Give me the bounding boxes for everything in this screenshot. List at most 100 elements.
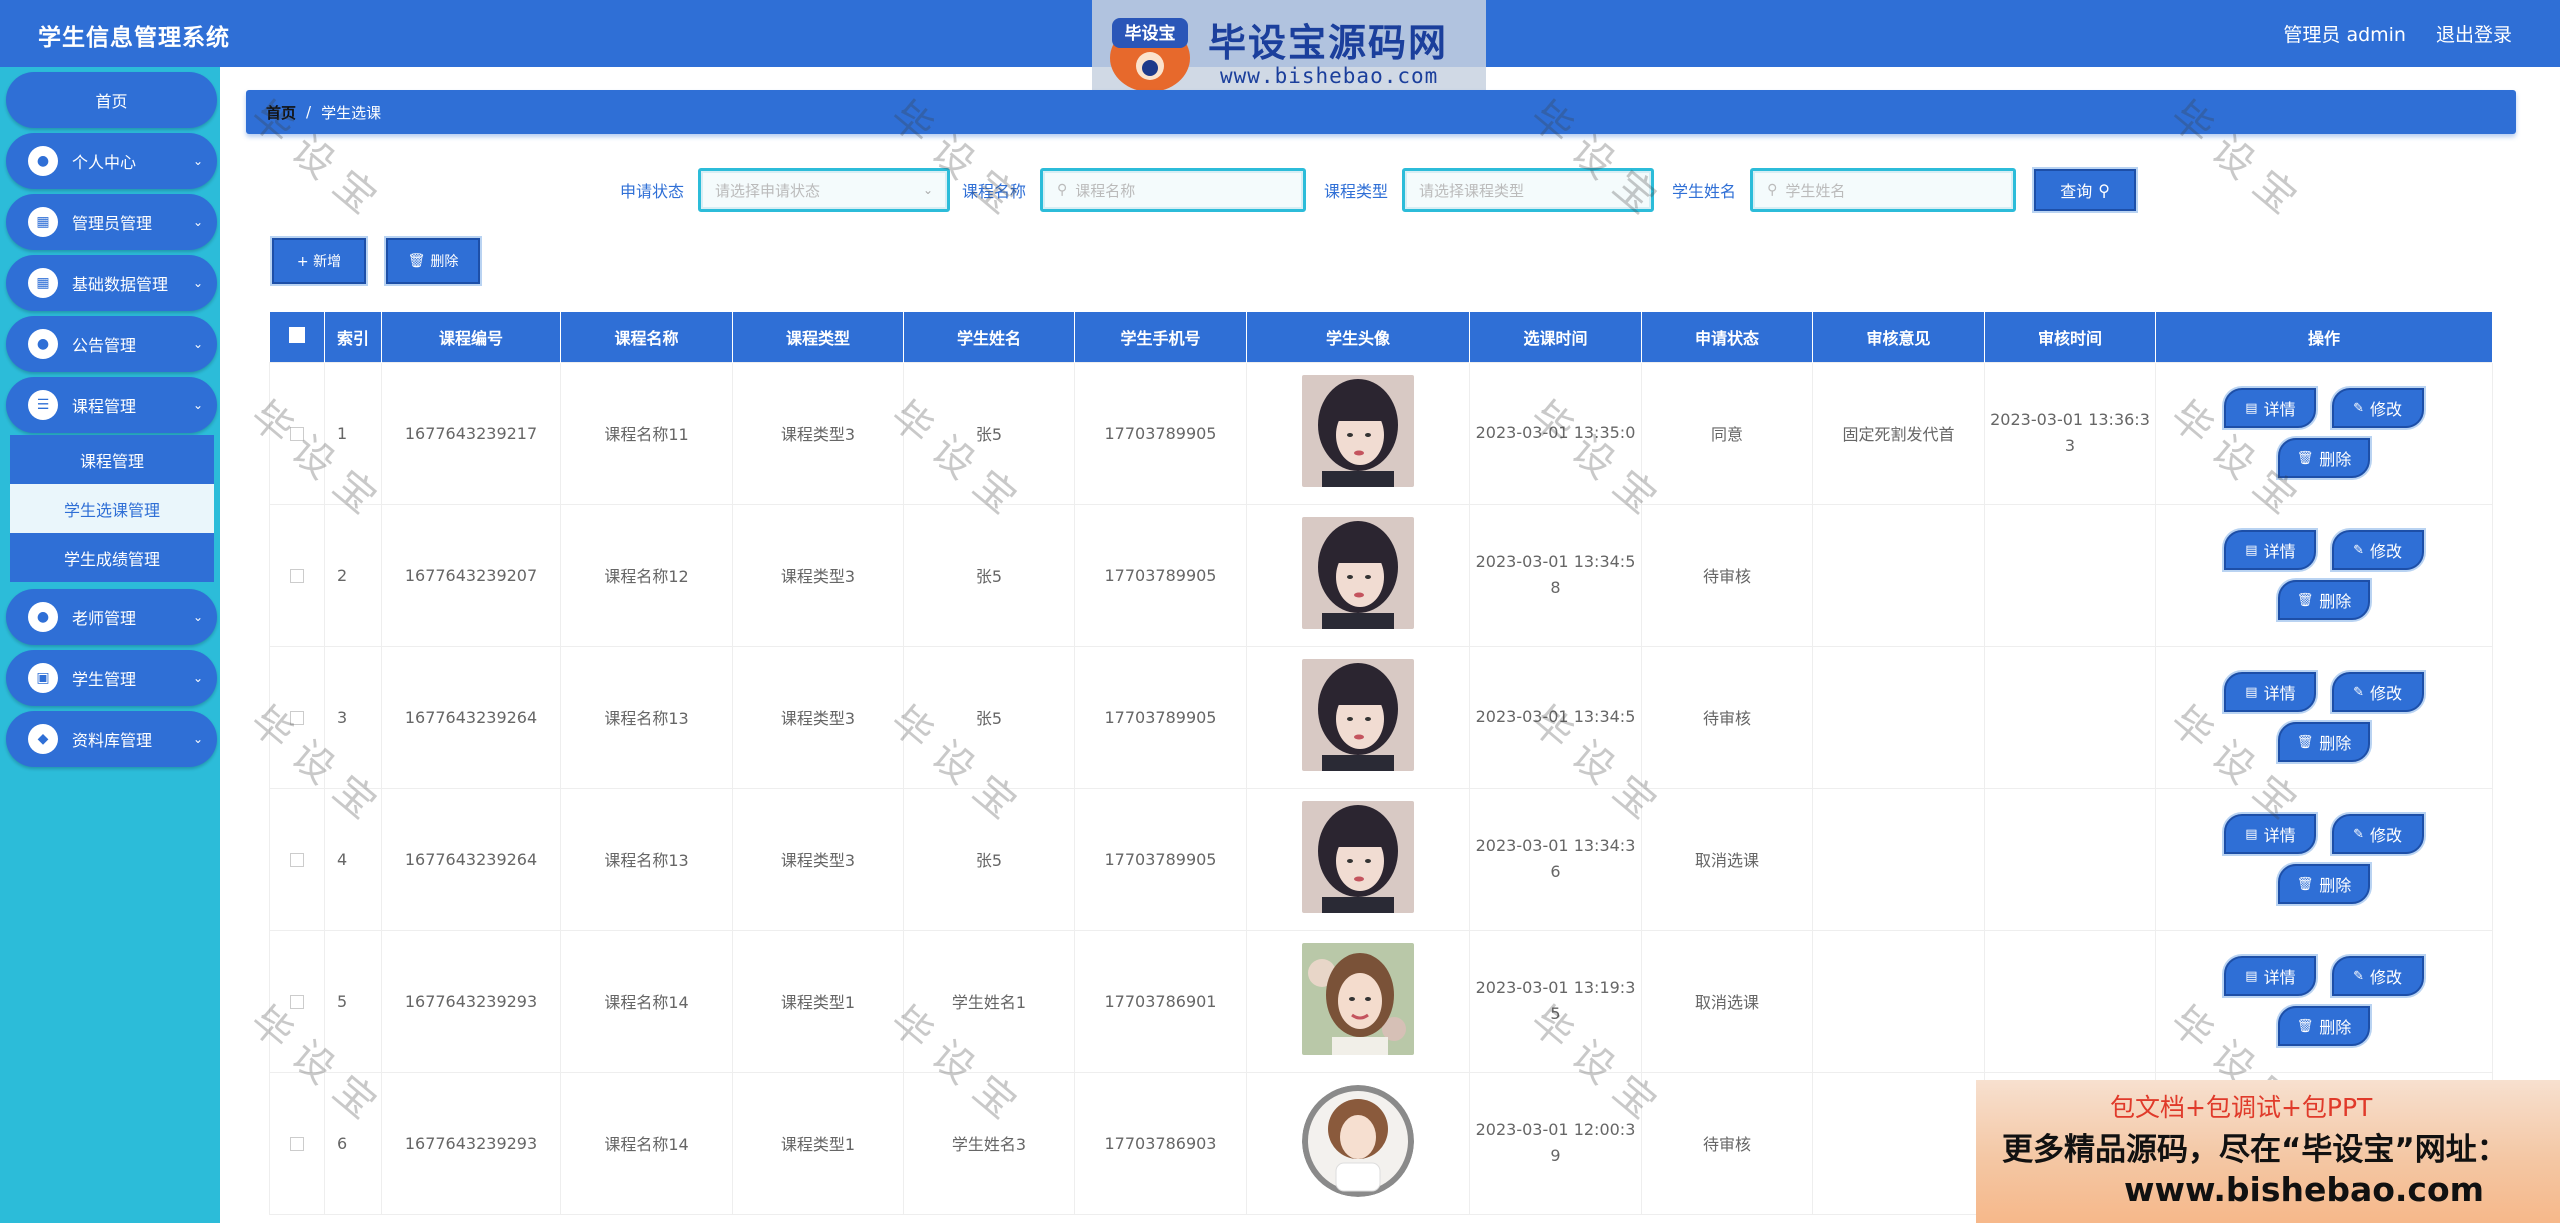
cell-status: 待审核 — [1641, 645, 1813, 789]
column-header: 学生姓名 — [903, 312, 1075, 362]
watermark-banner: 毕设宝 毕设宝源码网 www.bishebao.com — [1092, 0, 1486, 102]
submenu-item-student-grades[interactable]: 学生成绩管理 — [10, 533, 214, 582]
course-name-input[interactable]: ⚲ 课程名称 — [1040, 168, 1307, 212]
table-row: 1 1677643239217 课程名称11 课程类型3 张5 17703789905 20… — [269, 361, 2493, 505]
row-checkbox[interactable] — [269, 503, 325, 647]
row-checkbox[interactable] — [269, 361, 325, 505]
cell-code: 1677643239207 — [381, 503, 561, 647]
admin-label[interactable]: 管理员 admin — [2283, 20, 2406, 47]
delete-button-label: 删除 — [2319, 592, 2352, 611]
sidebar-item-label: 个人中心 — [72, 153, 137, 172]
cell-code: 1677643239217 — [381, 361, 561, 505]
row-checkbox[interactable] — [269, 645, 325, 789]
sidebar-item-label: 资料库管理 — [72, 731, 153, 750]
detail-button-label: 详情 — [2263, 684, 2296, 703]
trash-icon: 🗑 — [2296, 734, 2314, 750]
detail-button-label: 详情 — [2263, 826, 2296, 845]
add-button[interactable]: + 新增 — [272, 238, 366, 284]
chevron-down-icon: ⌄ — [192, 610, 203, 624]
chevron-down-icon: ⌄ — [192, 276, 203, 290]
delete-button[interactable]: 🗑 删除 — [2278, 580, 2370, 620]
briefcase-icon: ▣ — [28, 663, 58, 693]
delete-button[interactable]: 🗑 删除 — [2278, 1006, 2370, 1046]
sidebar-item-label: 学生管理 — [72, 670, 137, 689]
cell-avatar — [1246, 787, 1470, 931]
row-checkbox[interactable] — [269, 1071, 325, 1215]
sidebar-item-home[interactable]: 首页 — [6, 72, 217, 128]
sidebar-item-basic-data[interactable]: ▦ 基础数据管理 ⌄ — [6, 255, 217, 311]
column-header: 索引 — [324, 312, 382, 362]
row-checkbox[interactable] — [269, 787, 325, 931]
cell-code: 1677643239264 — [381, 645, 561, 789]
sidebar-item-teachers[interactable]: ● 老师管理 ⌄ — [6, 589, 217, 645]
cell-code: 1677643239293 — [381, 1071, 561, 1215]
cell-name: 课程名称14 — [560, 929, 733, 1073]
column-header: 课程编号 — [381, 312, 561, 362]
cell-status: 取消选课 — [1641, 787, 1813, 931]
sidebar-item-students[interactable]: ▣ 学生管理 ⌄ — [6, 650, 217, 706]
submenu-item-course-manage[interactable]: 课程管理 — [10, 435, 214, 484]
breadcrumb-home[interactable]: 首页 — [266, 102, 296, 123]
cell-type: 课程类型3 — [732, 503, 904, 647]
student-avatar-image — [1302, 659, 1414, 771]
cell-phone: 17703789905 — [1074, 361, 1247, 505]
status-select[interactable]: 请选择申请状态 ⌄ — [698, 168, 951, 212]
watermark-logo-icon: 毕设宝 — [1110, 18, 1190, 92]
edit-button[interactable]: ✎ 修改 — [2331, 956, 2424, 996]
batch-delete-button[interactable]: 🗑 删除 — [386, 238, 480, 284]
logout-link[interactable]: 退出登录 — [2436, 20, 2512, 47]
delete-button[interactable]: 🗑 删除 — [2278, 722, 2370, 762]
cell-operations: ▤ 详情 ✎ 修改 🗑 删除 — [2155, 361, 2493, 505]
select-all-checkbox[interactable] — [269, 312, 325, 362]
sidebar-item-library[interactable]: ◆ 资料库管理 ⌄ — [6, 711, 217, 767]
detail-button[interactable]: ▤ 详情 — [2224, 814, 2317, 854]
sidebar-item-label: 老师管理 — [72, 609, 137, 628]
student-name-input[interactable]: ⚲ 学生姓名 — [1750, 168, 2017, 212]
row-checkbox[interactable] — [269, 929, 325, 1073]
cell-phone: 17703786901 — [1074, 929, 1247, 1073]
cell-index: 1 — [324, 361, 382, 505]
edit-button[interactable]: ✎ 修改 — [2331, 814, 2424, 854]
cell-audit-time — [1984, 929, 2156, 1073]
cell-type: 课程类型3 — [732, 787, 904, 931]
list-icon: ☰ — [28, 390, 58, 420]
edit-button[interactable]: ✎ 修改 — [2331, 388, 2424, 428]
top-right-links: 管理员 admin 退出登录 — [2283, 20, 2512, 47]
edit-button-label: 修改 — [2369, 968, 2402, 987]
course-type-select[interactable]: 请选择课程类型 — [1402, 168, 1655, 212]
user-icon: ● — [28, 146, 58, 176]
cell-phone: 17703789905 — [1074, 503, 1247, 647]
sidebar-item-courses[interactable]: ☰ 课程管理 ⌄ — [6, 377, 217, 433]
cell-name: 课程名称12 — [560, 503, 733, 647]
cell-opinion — [1812, 503, 1985, 647]
cell-time: 2023-03-01 13:19:3 5 — [1469, 929, 1642, 1073]
cell-operations: ▤ 详情 ✎ 修改 🗑 删除 — [2155, 503, 2493, 647]
file-icon: ▤ — [2245, 968, 2258, 984]
delete-button[interactable]: 🗑 删除 — [2278, 438, 2370, 478]
sidebar-item-profile[interactable]: ● 个人中心 ⌄ — [6, 133, 217, 189]
submenu-item-student-selection[interactable]: 学生选课管理 — [10, 484, 214, 533]
edit-button[interactable]: ✎ 修改 — [2331, 530, 2424, 570]
table-header-row: 索引 课程编号 课程名称 课程类型 学生姓名 学生手机号 学生头像 选课时间 申… — [269, 312, 2493, 362]
delete-button[interactable]: 🗑 删除 — [2278, 864, 2370, 904]
table-row: 5 1677643239293 课程名称14 课程类型1 学生姓名1 1770378690… — [269, 929, 2493, 1073]
detail-button[interactable]: ▤ 详情 — [2224, 530, 2317, 570]
cell-code: 1677643239264 — [381, 787, 561, 931]
query-button[interactable]: 查询 ⚲ — [2034, 169, 2137, 211]
sidebar-item-notices[interactable]: ● 公告管理 ⌄ — [6, 316, 217, 372]
file-icon: ▤ — [2245, 826, 2258, 842]
search-icon: ⚲ — [1057, 182, 1068, 198]
column-header: 课程类型 — [732, 312, 904, 362]
detail-button[interactable]: ▤ 详情 — [2224, 388, 2317, 428]
column-header: 申请状态 — [1641, 312, 1813, 362]
query-button-label: 查询 — [2060, 182, 2093, 201]
sidebar-item-admins[interactable]: ▦ 管理员管理 ⌄ — [6, 194, 217, 250]
cell-opinion — [1812, 787, 1985, 931]
detail-button[interactable]: ▤ 详情 — [2224, 956, 2317, 996]
edit-button[interactable]: ✎ 修改 — [2331, 672, 2424, 712]
cell-opinion — [1812, 929, 1985, 1073]
chevron-down-icon: ⌄ — [192, 398, 203, 412]
cell-audit-time — [1984, 503, 2156, 647]
sidebar-item-label: 公告管理 — [72, 336, 137, 355]
detail-button[interactable]: ▤ 详情 — [2224, 672, 2317, 712]
